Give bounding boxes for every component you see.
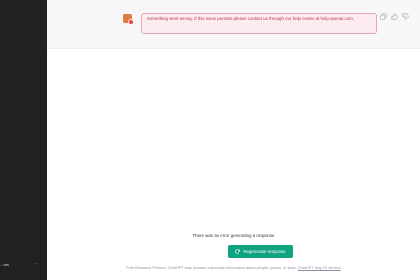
regenerate-label: Regenerate response bbox=[243, 249, 286, 254]
refresh-icon bbox=[235, 249, 241, 254]
error-message-text: Something went wrong. If this issue pers… bbox=[147, 16, 354, 21]
generation-error-status: There was an error generating a response bbox=[192, 233, 275, 238]
ellipsis-icon[interactable]: ··· bbox=[34, 261, 39, 267]
regenerate-response-button[interactable]: Regenerate response bbox=[228, 245, 293, 258]
sidebar-user-label: ...ors bbox=[0, 262, 9, 267]
assistant-avatar bbox=[123, 14, 134, 25]
main-panel: Something went wrong. If this issue pers… bbox=[47, 0, 420, 280]
assistant-message-row: Something went wrong. If this issue pers… bbox=[47, 0, 420, 49]
copy-icon[interactable] bbox=[380, 13, 387, 20]
sidebar: ...ors ··· bbox=[0, 0, 47, 280]
sidebar-user-row[interactable]: ...ors ··· bbox=[0, 261, 47, 272]
chat-app: ...ors ··· Something went wrong. If this… bbox=[0, 0, 420, 280]
footer-disclaimer: Free Research Preview. ChatGPT may produ… bbox=[47, 266, 420, 270]
message-actions bbox=[380, 13, 412, 21]
error-message-box: Something went wrong. If this issue pers… bbox=[141, 13, 377, 34]
thumbs-down-icon[interactable] bbox=[402, 13, 409, 20]
thumbs-up-icon[interactable] bbox=[391, 13, 398, 20]
version-link[interactable]: ChatGPT May 24 Version bbox=[298, 266, 341, 270]
footer-disclaimer-text: Free Research Preview. ChatGPT may produ… bbox=[126, 266, 297, 270]
error-badge-icon bbox=[128, 19, 134, 25]
